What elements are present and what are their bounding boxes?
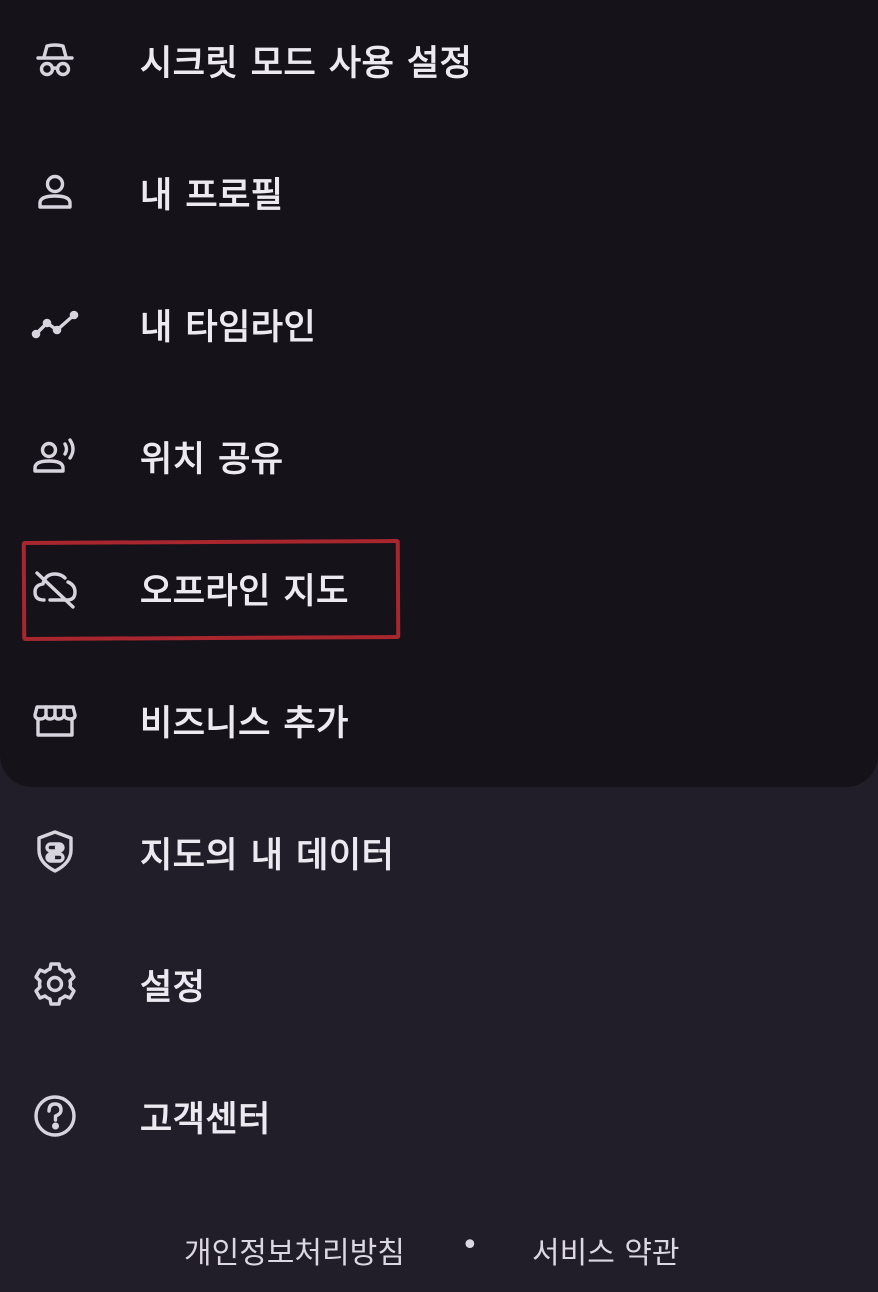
help-icon xyxy=(30,1091,80,1141)
person-icon xyxy=(30,167,80,217)
menu-item-label: 오프라인 지도 xyxy=(140,571,349,612)
menu-item-your-data[interactable]: 지도의 내 데이터 xyxy=(0,797,878,907)
menu-item-label: 내 타임라인 xyxy=(140,307,317,348)
shield-data-icon xyxy=(30,827,80,877)
menu-item-label: 고객센터 xyxy=(140,1099,271,1140)
footer-separator: • xyxy=(461,1228,479,1263)
cloud-off-icon xyxy=(30,563,80,613)
storefront-icon xyxy=(30,695,80,745)
menu-item-timeline[interactable]: 내 타임라인 xyxy=(0,269,878,379)
menu-item-location-sharing[interactable]: 위치 공유 xyxy=(0,401,878,511)
menu-item-label: 비즈니스 추가 xyxy=(140,703,349,744)
incognito-icon xyxy=(30,35,80,85)
menu-item-label: 내 프로필 xyxy=(140,175,284,216)
terms-of-service-link[interactable]: 서비스 약관 xyxy=(532,1228,680,1272)
location-sharing-icon xyxy=(30,431,80,481)
footer-links: 개인정보처리방침 • 서비스 약관 xyxy=(0,1210,878,1280)
privacy-policy-link[interactable]: 개인정보처리방침 xyxy=(184,1228,405,1272)
menu-item-help[interactable]: 고객센터 xyxy=(0,1061,878,1171)
menu-item-label: 시크릿 모드 사용 설정 xyxy=(140,43,473,84)
gear-icon xyxy=(30,959,80,1009)
menu-item-label: 설정 xyxy=(140,967,206,1008)
menu-item-offline-maps[interactable]: 오프라인 지도 xyxy=(0,533,878,643)
timeline-icon xyxy=(30,299,80,349)
menu-item-settings[interactable]: 설정 xyxy=(0,929,878,1039)
menu-item-add-business[interactable]: 비즈니스 추가 xyxy=(0,665,878,775)
menu-item-incognito[interactable]: 시크릿 모드 사용 설정 xyxy=(0,5,878,115)
menu-item-label: 위치 공유 xyxy=(140,439,284,480)
menu-item-label: 지도의 내 데이터 xyxy=(140,835,395,876)
menu-item-profile[interactable]: 내 프로필 xyxy=(0,137,878,247)
